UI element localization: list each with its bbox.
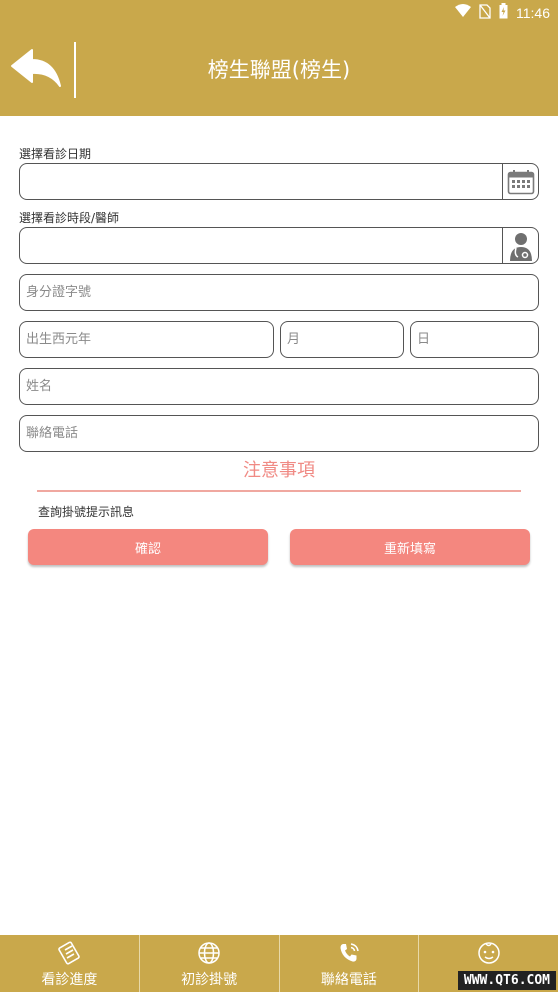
name-input[interactable]: [20, 369, 538, 404]
birth-month-input[interactable]: [281, 322, 403, 357]
action-buttons: 確認 重新填寫: [28, 529, 530, 565]
date-field[interactable]: [19, 163, 539, 200]
calendar-button[interactable]: [502, 164, 538, 199]
app-header: 榜生聯盟(榜生): [0, 24, 558, 116]
nav-item-first-visit[interactable]: 初診掛號: [138, 935, 279, 992]
birth-year-field[interactable]: [19, 321, 274, 358]
reset-button[interactable]: 重新填寫: [290, 529, 530, 565]
baby-face-icon: [477, 942, 500, 964]
no-sim-icon: [479, 3, 491, 23]
date-input[interactable]: [20, 164, 538, 199]
progress-icon: [58, 941, 81, 965]
notice-text: 查詢掛號提示訊息: [38, 505, 135, 519]
confirm-button[interactable]: 確認: [28, 529, 268, 565]
id-input[interactable]: [20, 275, 538, 310]
slot-field[interactable]: [19, 227, 539, 264]
birth-month-field[interactable]: [280, 321, 404, 358]
page-title: 榜生聯盟(榜生): [207, 58, 351, 82]
status-bar: 11:46: [0, 0, 558, 24]
birth-year-input[interactable]: [20, 322, 273, 357]
birthdate-row: [19, 321, 539, 358]
watermark: WWW.QT6.COM: [457, 971, 556, 990]
nav-label-contact: 聯絡電話: [320, 972, 377, 988]
id-field[interactable]: [19, 274, 539, 311]
nav-label-progress: 看診進度: [41, 972, 98, 988]
wifi-icon: [455, 4, 471, 22]
date-label: 選擇看診日期: [19, 147, 92, 161]
phone-icon: [340, 943, 359, 962]
battery-icon: [499, 3, 508, 23]
birth-day-input[interactable]: [411, 322, 538, 357]
globe-icon: [198, 942, 220, 964]
name-field[interactable]: [19, 368, 539, 405]
slot-label: 選擇看診時段/醫師: [19, 211, 120, 225]
doctor-button[interactable]: [502, 228, 538, 263]
slot-input[interactable]: [20, 228, 538, 263]
calendar-icon: [507, 169, 534, 194]
bottom-nav: 看診進度 初診掛號 聯絡電話 WWW.QT6.COM: [0, 935, 558, 992]
nav-label-first-visit: 初診掛號: [181, 972, 238, 988]
nav-item-contact[interactable]: 聯絡電話: [278, 935, 419, 992]
status-time: 11:46: [516, 5, 550, 21]
nav-item-progress[interactable]: 看診進度: [0, 935, 139, 992]
notice-title: 注意事項: [243, 460, 315, 481]
doctor-icon: [509, 232, 532, 261]
notice-divider: [37, 490, 521, 492]
birth-day-field[interactable]: [410, 321, 539, 358]
registration-form: 選擇看診日期 選擇看診時段/醫師 身分證字號 出生西元年 月 日 姓名 聯絡電話…: [19, 146, 539, 565]
phone-input[interactable]: [20, 416, 538, 451]
phone-field[interactable]: [19, 415, 539, 452]
